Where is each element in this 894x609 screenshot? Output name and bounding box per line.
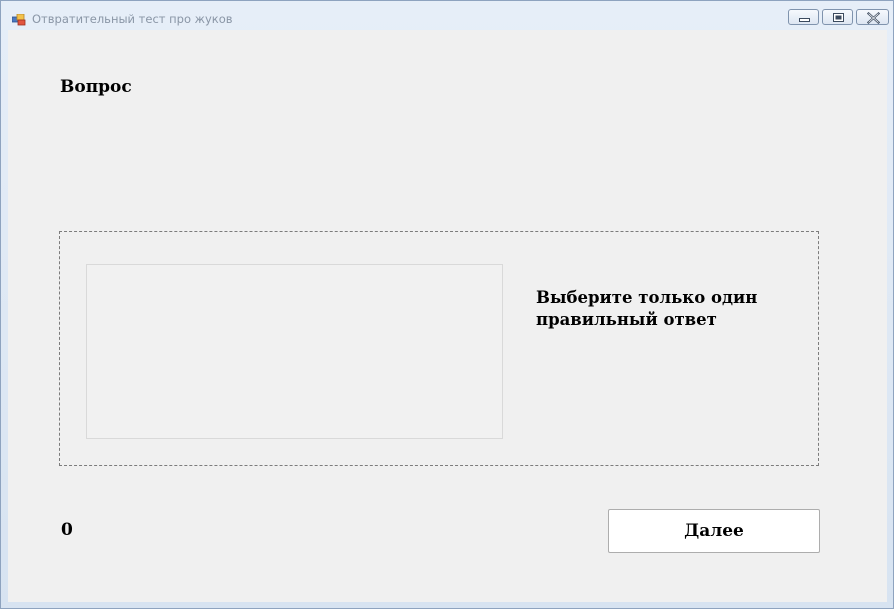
minimize-button[interactable] [788,9,819,25]
maximize-icon [833,13,844,22]
minimize-icon [799,18,810,22]
app-window-icon[interactable] [11,11,26,26]
title-bar[interactable]: Отвратительный тест про жуков [1,1,893,30]
instruction-label: Выберите только один правильный ответ [536,288,758,329]
maximize-button[interactable] [822,9,853,25]
question-label: Вопрос [60,77,132,97]
next-button[interactable]: Далее [608,509,820,553]
question-picture-box [86,264,503,439]
close-icon [866,11,881,25]
window-title: Отвратительный тест про жуков [32,12,233,26]
answers-group-box: Выберите только один правильный ответ [59,231,819,466]
score-label: 0 [61,520,73,540]
main-window: Отвратительный тест про жуков Вопрос Выб… [0,0,894,609]
close-button[interactable] [856,9,889,25]
form-client-area: Вопрос Выберите только один правильный о… [8,30,887,602]
